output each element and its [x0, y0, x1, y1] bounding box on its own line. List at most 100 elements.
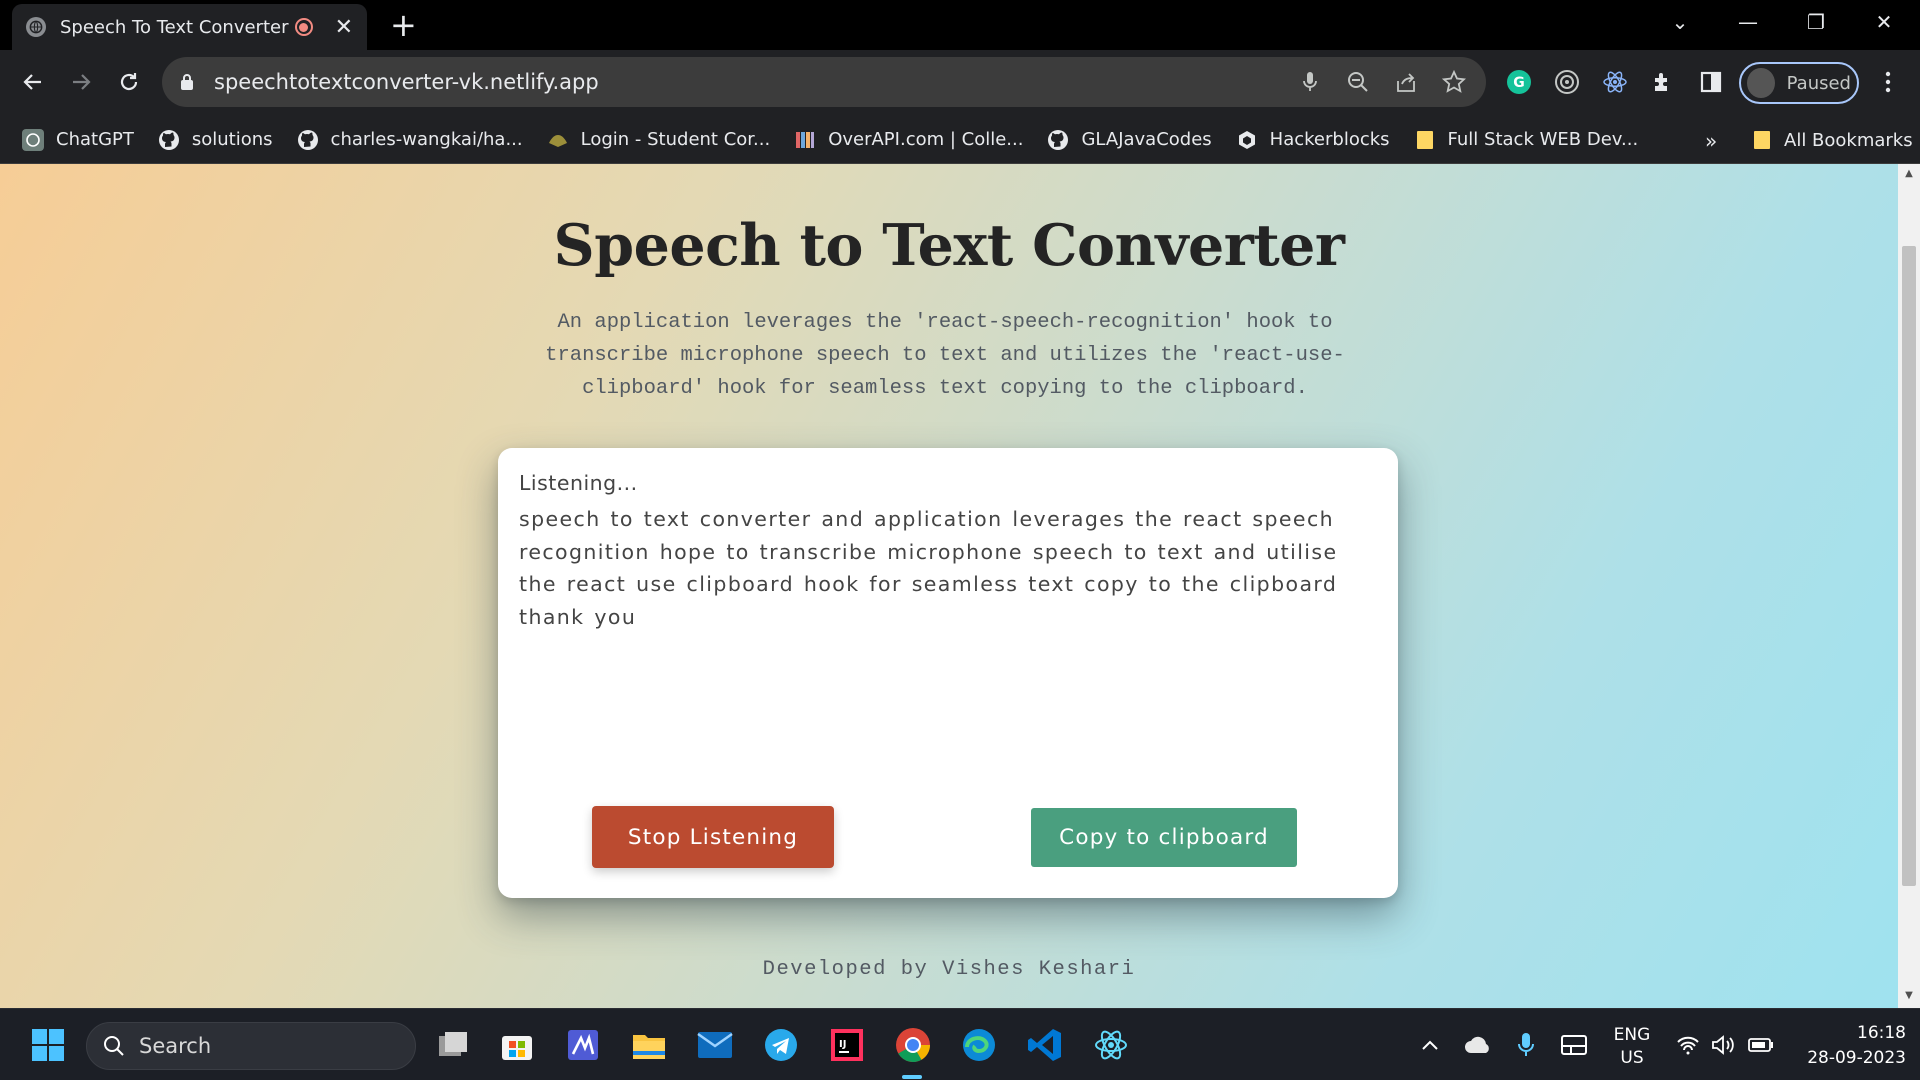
bookmark-label: ChatGPT [56, 129, 134, 150]
forward-button[interactable] [63, 64, 99, 100]
address-bar[interactable]: speechtotextconverter-vk.netlify.app [162, 57, 1486, 107]
bookmark-label: All Bookmarks [1784, 129, 1913, 151]
bookmark-label: OverAPI.com | Colle... [828, 129, 1024, 150]
intellij-idea-icon[interactable]: IJ [824, 1022, 870, 1068]
side-panel-icon[interactable] [1695, 66, 1727, 98]
profile-status: Paused [1786, 72, 1851, 94]
tab-title: Speech To Text Converter [60, 16, 289, 38]
chatgpt-icon [22, 128, 44, 151]
battery-icon[interactable] [1738, 1022, 1784, 1068]
recording-indicator-icon [294, 18, 313, 36]
page-title: Speech to Text Converter [553, 212, 1345, 279]
bookmark-label: Login - Student Cor... [580, 129, 771, 150]
all-bookmarks-folder[interactable]: All Bookmarks [1752, 116, 1913, 164]
close-tab-icon[interactable]: ✕ [335, 15, 353, 40]
telegram-icon[interactable] [758, 1022, 804, 1068]
extensions-puzzle-icon[interactable] [1647, 66, 1679, 98]
react-app-icon[interactable] [1088, 1022, 1134, 1068]
back-button[interactable] [15, 64, 51, 100]
bookmarks-bar: ChatGPT solutions charles-wangkai/ha... … [0, 116, 1920, 164]
bookmark-label: Full Stack WEB Dev... [1447, 129, 1639, 150]
copy-to-clipboard-button[interactable]: Copy to clipboard [1031, 808, 1297, 867]
restore-button[interactable]: ❐ [1786, 0, 1846, 44]
folder-icon [1414, 129, 1436, 151]
bookmark-solutions[interactable]: solutions [158, 129, 273, 151]
react-devtools-icon[interactable] [1599, 66, 1631, 98]
globe-icon [26, 17, 46, 37]
mathway-app-icon[interactable] [560, 1022, 606, 1068]
bookmark-star-icon[interactable] [1440, 68, 1468, 96]
taskbar-search[interactable]: Search [86, 1022, 416, 1070]
show-hidden-icons-chevron-icon[interactable] [1407, 1022, 1453, 1068]
overapi-icon [794, 129, 816, 151]
svg-text:IJ: IJ [839, 1039, 846, 1050]
clock[interactable]: 16:18 28-09-2023 [1786, 1023, 1906, 1068]
more-bookmarks-button[interactable]: » [1705, 129, 1717, 153]
profile-button[interactable]: Paused [1739, 62, 1859, 104]
microphone-icon[interactable] [1296, 68, 1324, 96]
lock-icon [180, 73, 198, 91]
zoom-icon[interactable] [1344, 68, 1372, 96]
touch-keyboard-icon[interactable] [1551, 1022, 1597, 1068]
svg-text:G: G [1513, 75, 1525, 91]
task-view-icon[interactable] [430, 1022, 476, 1068]
clock-time: 16:18 [1857, 1023, 1906, 1043]
more-menu-icon[interactable] [1872, 66, 1904, 98]
keyboard-region: US [1620, 1048, 1644, 1068]
footer-credit: Developed by Vishes Keshari [762, 958, 1136, 981]
bookmark-student-login[interactable]: Login - Student Cor... [547, 129, 771, 151]
chrome-active-indicator [902, 1075, 922, 1079]
scroll-down-arrow-icon[interactable]: ▼ [1903, 990, 1915, 1001]
bookmark-label: Hackerblocks [1269, 129, 1390, 150]
search-icon [104, 1036, 124, 1056]
close-window-button[interactable]: ✕ [1854, 0, 1914, 44]
github-icon [158, 129, 180, 151]
hackerblocks-icon [1236, 129, 1258, 151]
grammarly-icon[interactable]: G [1503, 66, 1535, 98]
windows-taskbar: Search IJ ENG US 16:18 28-09-2023 [0, 1008, 1920, 1080]
search-label: Search [139, 1034, 212, 1058]
chrome-icon[interactable] [890, 1022, 936, 1068]
transcript-card: Listening... speech to text converter an… [498, 448, 1398, 898]
language-code: ENG [1613, 1025, 1651, 1045]
transcript-text[interactable]: speech to text converter and application… [519, 503, 1369, 633]
scroll-up-arrow-icon[interactable]: ▲ [1903, 168, 1915, 179]
bookmark-chatgpt[interactable]: ChatGPT [22, 128, 134, 151]
page-viewport: Speech to Text Converter An application … [0, 164, 1898, 1008]
language-indicator[interactable]: ENG US [1605, 1025, 1659, 1068]
windows-start-icon[interactable] [25, 1022, 71, 1068]
vscode-icon[interactable] [1022, 1022, 1068, 1068]
browser-tab[interactable]: Speech To Text Converter ✕ [12, 4, 367, 50]
onedrive-cloud-icon[interactable] [1455, 1022, 1501, 1068]
bookmark-label: solutions [191, 129, 273, 150]
student-portal-icon [547, 129, 569, 151]
folder-icon [1752, 129, 1772, 151]
file-explorer-icon[interactable] [626, 1022, 672, 1068]
microsoft-store-icon[interactable] [494, 1022, 540, 1068]
edge-icon[interactable] [956, 1022, 1002, 1068]
microphone-in-use-icon[interactable] [1503, 1022, 1549, 1068]
bookmark-fullstack-folder[interactable]: Full Stack WEB Dev... [1414, 129, 1639, 151]
stop-listening-button[interactable]: Stop Listening [592, 806, 834, 868]
listening-status: Listening... [519, 471, 638, 495]
minimize-button[interactable]: — [1718, 0, 1778, 44]
mail-icon[interactable] [692, 1022, 738, 1068]
clock-date: 28-09-2023 [1807, 1048, 1906, 1068]
tab-search-icon[interactable]: ⌄ [1650, 0, 1710, 44]
new-tab-button[interactable]: + [390, 8, 417, 42]
scrollbar-thumb[interactable] [1902, 246, 1916, 886]
url-text: speechtotextconverter-vk.netlify.app [214, 70, 599, 94]
github-icon [297, 129, 319, 151]
bookmark-hackerblocks[interactable]: Hackerblocks [1236, 129, 1390, 151]
target-extension-icon[interactable] [1551, 66, 1583, 98]
bookmark-overapi[interactable]: OverAPI.com | Colle... [794, 129, 1023, 151]
share-icon[interactable] [1392, 68, 1420, 96]
bookmark-label: charles-wangkai/ha... [330, 129, 523, 150]
page-scrollbar[interactable]: ▲ ▼ [1898, 164, 1920, 1008]
bookmark-glajavacodes[interactable]: GLAJavaCodes [1047, 129, 1212, 151]
reload-button[interactable] [111, 64, 147, 100]
bookmark-label: GLAJavaCodes [1081, 129, 1212, 150]
page-description: An application leverages the 'react-spee… [545, 311, 1345, 400]
bookmark-charles-wangkai[interactable]: charles-wangkai/ha... [297, 129, 523, 151]
browser-toolbar: speechtotextconverter-vk.netlify.app G P… [0, 50, 1920, 116]
